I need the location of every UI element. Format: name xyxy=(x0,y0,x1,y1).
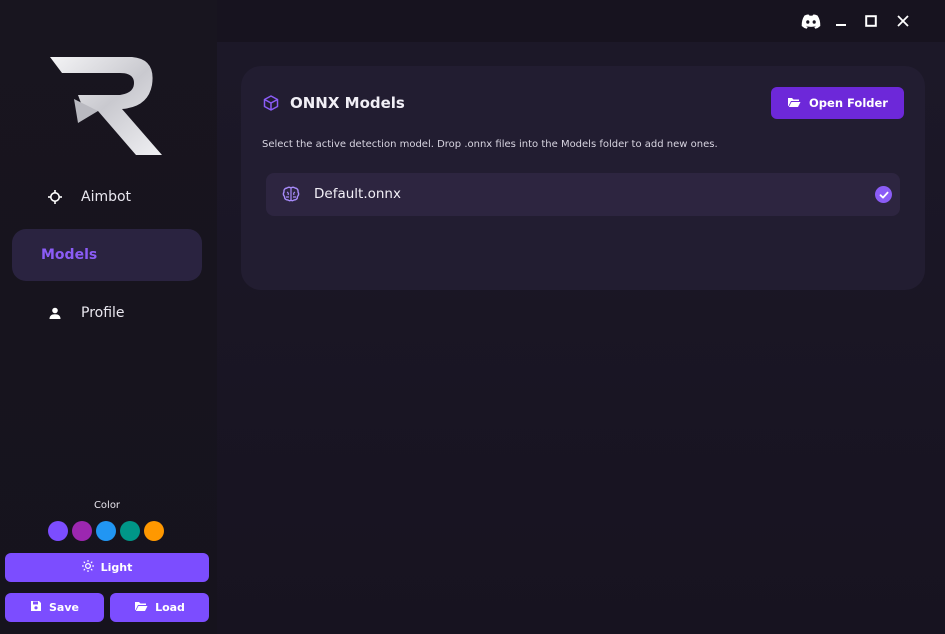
swatch-teal[interactable] xyxy=(120,521,140,541)
color-swatches xyxy=(48,521,164,541)
onnx-models-card: ONNX Models Open Folder Select the activ… xyxy=(241,66,925,290)
close-icon[interactable] xyxy=(890,8,916,34)
color-label: Color xyxy=(93,500,121,511)
light-label: Light xyxy=(100,561,133,574)
save-button[interactable]: Save xyxy=(5,593,104,622)
load-label: Load xyxy=(155,601,185,614)
sidebar-item-label: Aimbot xyxy=(81,189,132,205)
check-circle-icon xyxy=(875,186,892,203)
sidebar-item-aimbot[interactable]: Aimbot xyxy=(12,171,202,223)
discord-icon[interactable] xyxy=(798,8,824,34)
sidebar-item-label: Models xyxy=(41,247,98,263)
save-label: Save xyxy=(49,601,79,614)
sidebar-item-models[interactable]: Models xyxy=(12,229,202,281)
sidebar-item-label: Profile xyxy=(81,305,125,321)
minimize-icon[interactable] xyxy=(828,8,854,34)
sun-icon xyxy=(81,560,94,575)
swatch-blue[interactable] xyxy=(96,521,116,541)
folder-open-icon xyxy=(787,96,801,111)
sidebar: Aimbot Models Profile Color Light Save L… xyxy=(0,0,217,634)
cube-icon xyxy=(263,95,279,115)
swatch-purple[interactable] xyxy=(48,521,68,541)
sidebar-item-profile[interactable]: Profile xyxy=(12,287,202,339)
maximize-icon[interactable] xyxy=(858,8,884,34)
load-button[interactable]: Load xyxy=(110,593,209,622)
model-row[interactable]: Default.onnx xyxy=(266,173,900,216)
card-description: Select the active detection model. Drop … xyxy=(262,139,718,150)
swatch-magenta[interactable] xyxy=(72,521,92,541)
crosshair-icon xyxy=(47,189,63,205)
folder-open-icon xyxy=(134,600,148,615)
card-title: ONNX Models xyxy=(290,94,405,112)
open-folder-button[interactable]: Open Folder xyxy=(771,87,904,119)
logo xyxy=(50,57,162,155)
title-bar xyxy=(795,0,945,42)
brain-icon xyxy=(282,186,300,206)
light-button[interactable]: Light xyxy=(5,553,209,582)
swatch-orange[interactable] xyxy=(144,521,164,541)
person-icon xyxy=(47,305,63,321)
model-name: Default.onnx xyxy=(314,186,401,202)
open-folder-label: Open Folder xyxy=(809,96,888,110)
save-icon xyxy=(30,600,42,615)
